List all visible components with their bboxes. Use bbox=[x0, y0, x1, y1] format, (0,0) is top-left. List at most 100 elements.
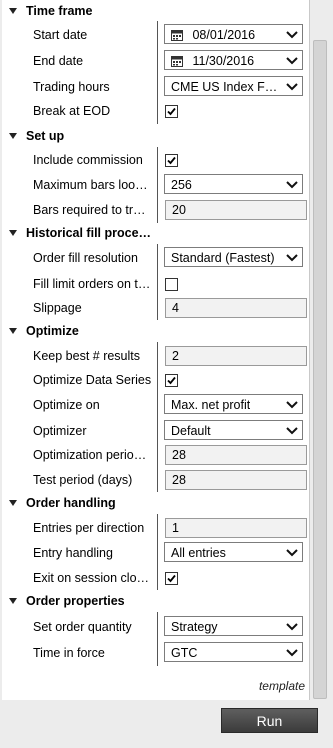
calendar-icon bbox=[171, 30, 183, 41]
order-fill-resolution-dropdown[interactable]: Standard (Fastest) bbox=[164, 247, 303, 267]
property-row-exit-on-session-close: Exit on session clo… bbox=[2, 566, 307, 590]
property-label: Trading hours bbox=[33, 80, 110, 94]
optimize-on-dropdown[interactable]: Max. net profit bbox=[164, 394, 303, 414]
property-row-keep-best: Keep best # results 2 bbox=[2, 344, 307, 368]
end-date-picker[interactable]: 11/30/2016 bbox=[164, 50, 303, 70]
property-label: Include commission bbox=[33, 153, 143, 167]
checkmark-icon bbox=[167, 107, 176, 116]
dropdown-value: Standard (Fastest) bbox=[171, 251, 275, 265]
checkmark-icon bbox=[167, 574, 176, 583]
chevron-down-icon[interactable] bbox=[286, 623, 298, 631]
chevron-down-icon[interactable] bbox=[286, 427, 298, 435]
property-label: Maximum bars loo… bbox=[33, 178, 148, 192]
collapse-triangle-icon[interactable] bbox=[9, 500, 17, 506]
property-row-entry-handling: Entry handling All entries bbox=[2, 541, 307, 565]
entries-per-direction-input[interactable]: 1 bbox=[165, 518, 307, 538]
dropdown-value: Max. net profit bbox=[171, 398, 251, 412]
collapse-triangle-icon[interactable] bbox=[9, 598, 17, 604]
template-link[interactable]: template bbox=[220, 679, 305, 693]
dropdown-value: All entries bbox=[171, 546, 226, 560]
chevron-down-icon[interactable] bbox=[286, 57, 298, 65]
section-header-order-handling[interactable]: Order handling bbox=[2, 492, 302, 514]
property-label: Fill limit orders on t… bbox=[33, 277, 151, 291]
property-label: Test period (days) bbox=[33, 473, 133, 487]
dropdown-value: Strategy bbox=[171, 620, 218, 634]
optimizer-dropdown[interactable]: Default bbox=[164, 420, 303, 440]
time-in-force-dropdown[interactable]: GTC bbox=[164, 642, 303, 662]
property-row-slippage: Slippage 4 bbox=[2, 296, 307, 320]
section-header-historical-fill[interactable]: Historical fill proce… bbox=[2, 222, 302, 244]
chevron-down-icon[interactable] bbox=[286, 401, 298, 409]
section-title: Historical fill proce… bbox=[26, 226, 152, 240]
fill-limit-orders-checkbox[interactable] bbox=[165, 278, 178, 291]
bars-required-input[interactable]: 20 bbox=[165, 200, 307, 220]
include-commission-checkbox[interactable] bbox=[165, 154, 178, 167]
property-row-order-fill-resolution: Order fill resolution Standard (Fastest) bbox=[2, 246, 307, 270]
property-row-optimize-data-series: Optimize Data Series bbox=[2, 368, 307, 392]
chevron-down-icon[interactable] bbox=[286, 549, 298, 557]
section-header-set-up[interactable]: Set up bbox=[2, 125, 302, 147]
keep-best-input[interactable]: 2 bbox=[165, 346, 307, 366]
properties-panel: Time frame Start date 08/01/2016 End dat… bbox=[2, 0, 310, 700]
dropdown-value: GTC bbox=[171, 646, 198, 660]
slippage-input[interactable]: 4 bbox=[165, 298, 307, 318]
section-title: Order properties bbox=[26, 594, 125, 608]
property-label: Optimize Data Series bbox=[33, 373, 151, 387]
property-row-optimization-period: Optimization perio… 28 bbox=[2, 443, 307, 467]
entry-handling-dropdown[interactable]: All entries bbox=[164, 542, 303, 562]
collapse-triangle-icon[interactable] bbox=[9, 8, 17, 14]
section-title: Optimize bbox=[26, 324, 79, 338]
break-at-eod-checkbox[interactable] bbox=[165, 105, 178, 118]
property-label: Slippage bbox=[33, 301, 82, 315]
property-label: Keep best # results bbox=[33, 349, 141, 363]
property-label: Exit on session clo… bbox=[33, 571, 150, 585]
dropdown-value: CME US Index Fut… bbox=[171, 80, 283, 94]
collapse-triangle-icon[interactable] bbox=[9, 328, 17, 334]
test-period-input[interactable]: 28 bbox=[165, 470, 307, 490]
section-title: Order handling bbox=[26, 496, 116, 510]
property-row-bars-required: Bars required to tr… 20 bbox=[2, 198, 307, 222]
section-header-time-frame[interactable]: Time frame bbox=[2, 0, 302, 22]
property-row-max-bars: Maximum bars loo… 256 bbox=[2, 173, 307, 197]
chevron-down-icon[interactable] bbox=[286, 83, 298, 91]
calendar-icon bbox=[171, 56, 183, 67]
chevron-down-icon[interactable] bbox=[286, 649, 298, 657]
start-date-picker[interactable]: 08/01/2016 bbox=[164, 24, 303, 44]
trading-hours-dropdown[interactable]: CME US Index Fut… bbox=[164, 76, 303, 96]
property-row-time-in-force: Time in force GTC bbox=[2, 641, 307, 665]
property-row-entries-per-direction: Entries per direction 1 bbox=[2, 516, 307, 540]
property-row-end-date: End date 11/30/2016 bbox=[2, 49, 307, 73]
property-label: Optimize on bbox=[33, 398, 100, 412]
collapse-triangle-icon[interactable] bbox=[9, 230, 17, 236]
scrollbar-thumb[interactable] bbox=[313, 40, 327, 699]
collapse-triangle-icon[interactable] bbox=[9, 133, 17, 139]
property-label: Break at EOD bbox=[33, 104, 111, 118]
section-header-order-properties[interactable]: Order properties bbox=[2, 590, 302, 612]
optimization-period-input[interactable]: 28 bbox=[165, 445, 307, 465]
dropdown-value: 11/30/2016 bbox=[192, 54, 255, 68]
optimize-data-series-checkbox[interactable] bbox=[165, 374, 178, 387]
checkmark-icon bbox=[167, 156, 176, 165]
property-label: Optimization perio… bbox=[33, 448, 147, 462]
property-row-test-period: Test period (days) 28 bbox=[2, 468, 307, 492]
set-order-quantity-dropdown[interactable]: Strategy bbox=[164, 616, 303, 636]
property-label: Time in force bbox=[33, 646, 105, 660]
exit-on-session-close-checkbox[interactable] bbox=[165, 572, 178, 585]
chevron-down-icon[interactable] bbox=[286, 254, 298, 262]
section-title: Set up bbox=[26, 129, 65, 143]
chevron-down-icon[interactable] bbox=[286, 181, 298, 189]
property-row-fill-limit-orders: Fill limit orders on t… bbox=[2, 272, 307, 296]
run-button[interactable]: Run bbox=[221, 708, 318, 733]
dropdown-value: Default bbox=[171, 424, 211, 438]
property-row-break-at-eod: Break at EOD bbox=[2, 99, 307, 123]
property-row-optimize-on: Optimize on Max. net profit bbox=[2, 393, 307, 417]
section-header-optimize[interactable]: Optimize bbox=[2, 320, 302, 342]
chevron-down-icon[interactable] bbox=[286, 31, 298, 39]
property-row-set-order-quantity: Set order quantity Strategy bbox=[2, 615, 307, 639]
property-label: Optimizer bbox=[33, 424, 87, 438]
property-label: Set order quantity bbox=[33, 620, 132, 634]
section-title: Time frame bbox=[26, 4, 93, 18]
property-row-optimizer: Optimizer Default bbox=[2, 419, 307, 443]
max-bars-dropdown[interactable]: 256 bbox=[164, 174, 303, 194]
property-row-include-commission: Include commission bbox=[2, 148, 307, 172]
